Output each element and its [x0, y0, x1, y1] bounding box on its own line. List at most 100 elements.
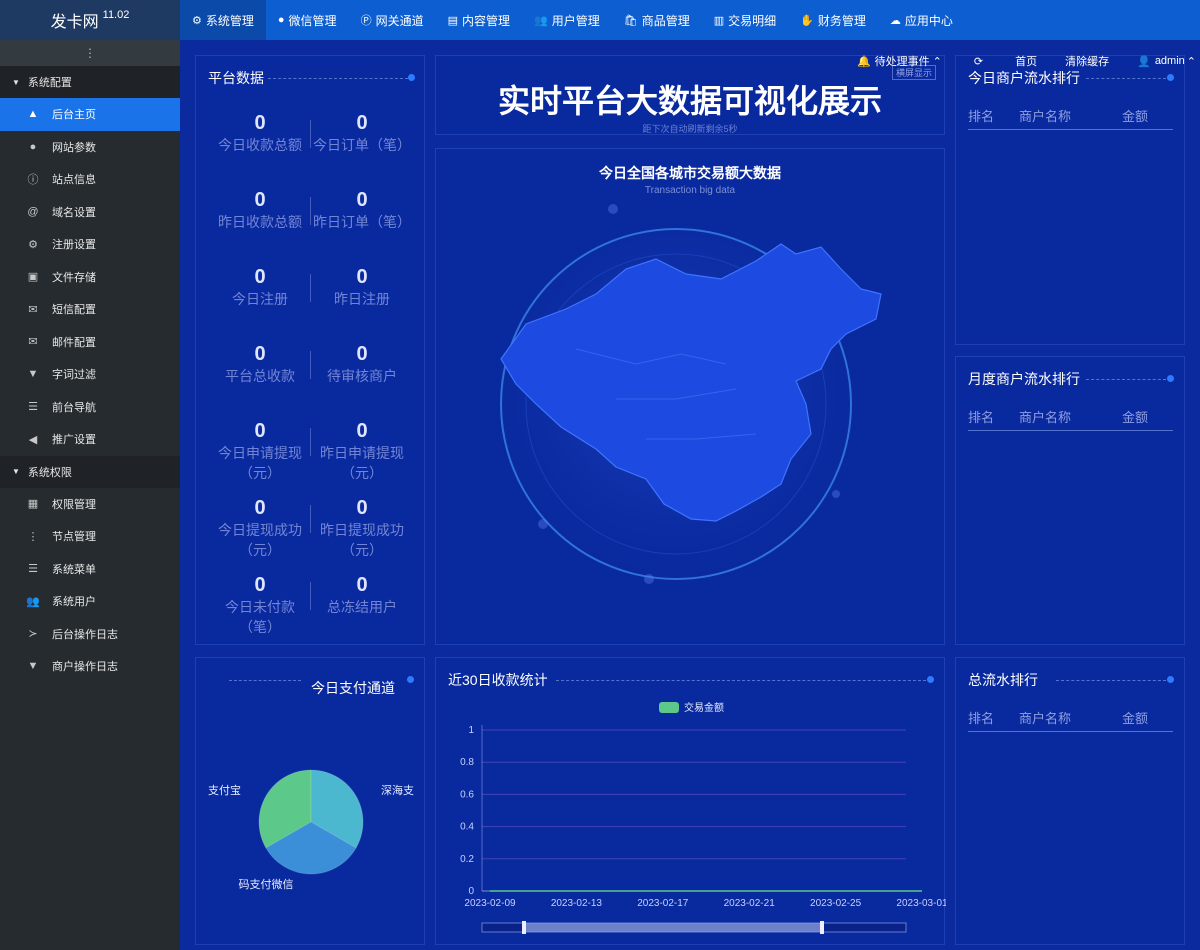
- sidebar-item-label: 后台操作日志: [52, 628, 118, 641]
- refresh-button[interactable]: ⟳: [974, 55, 987, 68]
- stat-label: 待审核商户: [327, 368, 397, 384]
- top-nav-item[interactable]: ▤ 内容管理: [436, 0, 522, 40]
- sidebar-item[interactable]: ● 网站参数: [0, 131, 180, 164]
- sidebar-item[interactable]: ▼ 商户操作日志: [0, 650, 180, 683]
- sidebar-item[interactable]: 👥 系统用户: [0, 585, 180, 618]
- sidebar-item-label: 节点管理: [52, 531, 96, 544]
- sidebar-item[interactable]: ≻ 后台操作日志: [0, 618, 180, 651]
- zoom-slider-handle[interactable]: [522, 921, 526, 934]
- stat-card: 0 今日未付款（笔）: [210, 574, 310, 637]
- merchant-column-header: 商户名称: [1019, 711, 1072, 726]
- stat-value: 0: [356, 574, 368, 596]
- title-dot: [1167, 74, 1174, 81]
- sidebar-item[interactable]: @ 域名设置: [0, 196, 180, 229]
- sidebar-item-icon: @: [27, 205, 39, 218]
- platform-data-title: 平台数据: [208, 70, 264, 86]
- nav-label: 商品管理: [641, 13, 690, 28]
- clear-cache-label: 清除缓存: [1065, 56, 1110, 68]
- y-tick-label: 0.8: [460, 757, 474, 768]
- clear-cache-button[interactable]: 清除缓存: [1065, 53, 1109, 69]
- stat-divider: [310, 351, 311, 379]
- top-nav-item[interactable]: 🛍 商品管理: [612, 0, 702, 40]
- top-nav-item[interactable]: ▥ 交易明细: [702, 0, 788, 40]
- sidebar-item-label: 推广设置: [52, 434, 96, 447]
- sidebar-item[interactable]: ⋮ 节点管理: [0, 520, 180, 553]
- stat-card: 0 今日收款总额: [210, 112, 310, 155]
- sidebar-group-header[interactable]: ▼ 系统权限: [0, 455, 180, 488]
- sidebar-item[interactable]: ◀ 推广设置: [0, 423, 180, 456]
- stat-card: 0 总冻结用户: [312, 574, 412, 617]
- stat-card: 0 昨日收款总额: [210, 189, 310, 232]
- y-tick-label: 1: [468, 725, 474, 736]
- home-link[interactable]: 首页: [1015, 53, 1037, 69]
- sidebar-item[interactable]: ✉ 短信配置: [0, 293, 180, 326]
- monthly-ranking-panel: 月度商户流水排行 排名 商户名称 金额: [955, 356, 1185, 645]
- amount-column-header: 金额: [1122, 711, 1149, 726]
- platform-data-panel: 平台数据 0 今日收款总额 0 今日订单（笔） 0 昨日收款总额 0 昨日订单（笔） 0 今日注册…: [195, 55, 425, 645]
- x-tick-label: 2023-02-13: [551, 898, 603, 909]
- receipts-chart-panel: 近30日收款统计 交易金额 0 0.2 0.4 0.6 0.8 1 2023-02-09 202…: [435, 657, 946, 945]
- top-nav-item[interactable]: 👥 用户管理: [522, 0, 612, 40]
- sidebar-item[interactable]: ▦ 权限管理: [0, 488, 180, 521]
- sidebar-item-label: 商户操作日志: [52, 661, 118, 674]
- top-bar: 发卡网 11.02 ⚙ 系统管理 ● 微信管理 Ⓟ 网关通道 ▤ 内容管理 👥 用户管理 🛍 商品管理…: [0, 0, 1200, 40]
- top-nav: ⚙ 系统管理 ● 微信管理 Ⓟ 网关通道 ▤ 内容管理 👥 用户管理 🛍 商品管理 ▥ 交易明细 ✋ 财务管理…: [180, 0, 965, 40]
- refresh-countdown: 距下次自动刷新剩余5秒: [642, 124, 738, 134]
- sidebar-item-icon: ◀: [28, 433, 38, 446]
- sidebar-item[interactable]: ▣ 文件存储: [0, 261, 180, 294]
- pending-events-button[interactable]: 🔔 待处理事件 ⌃: [857, 53, 946, 69]
- sidebar-toggle-button[interactable]: ⋮: [0, 40, 180, 66]
- sidebar-item-icon: ▼: [27, 660, 39, 673]
- stat-value: 0: [254, 266, 266, 288]
- sidebar-item-icon: 👥: [26, 595, 40, 608]
- refresh-icon: ⟳: [973, 55, 984, 68]
- title-dot: [1167, 676, 1174, 683]
- zoom-slider-range[interactable]: [524, 923, 822, 932]
- merchant-column-header: 商户名称: [1019, 410, 1072, 425]
- legend-swatch[interactable]: [659, 702, 679, 713]
- brand-logo[interactable]: 发卡网 11.02: [0, 0, 180, 40]
- receipts-line-chart: 交易金额 0 0.2 0.4 0.6 0.8 1 2023-02-09 2023-02-13 20…: [460, 701, 946, 934]
- top-nav-item[interactable]: ✋ 财务管理: [788, 0, 878, 40]
- top-nav-item[interactable]: ☁ 应用中心: [878, 0, 965, 40]
- map-panel: 今日全国各城市交易额大数据 Transaction big data: [435, 148, 945, 645]
- sidebar-item[interactable]: ▲ 后台主页: [0, 98, 180, 131]
- nav-icon: Ⓟ: [360, 15, 372, 27]
- pie-slice-label: 支付宝: [208, 783, 241, 797]
- user-icon: 👤: [1137, 55, 1151, 68]
- stat-value: 0: [254, 420, 266, 442]
- zoom-slider-handle[interactable]: [820, 921, 824, 934]
- sidebar-item[interactable]: ⚙ 注册设置: [0, 228, 180, 261]
- nav-icon: ●: [277, 14, 285, 26]
- stat-label: 今日申请提现（元）: [218, 445, 302, 481]
- nav-icon: ▥: [713, 14, 725, 27]
- user-name: admin: [1154, 55, 1185, 67]
- nav-label: 财务管理: [817, 13, 866, 28]
- user-menu[interactable]: 👤 admin ⌃: [1137, 55, 1200, 68]
- sidebar-item-label: 权限管理: [52, 498, 96, 511]
- title-dot: [1167, 375, 1174, 382]
- y-tick-label: 0: [468, 886, 474, 897]
- stat-value: 0: [356, 112, 368, 134]
- top-nav-item[interactable]: Ⓟ 网关通道: [349, 0, 436, 40]
- sidebar-item-label: 系统菜单: [52, 563, 96, 576]
- sidebar-item[interactable]: ▼ 字词过滤: [0, 358, 180, 391]
- top-nav-item[interactable]: ● 微信管理: [266, 0, 349, 40]
- rank-column-header: 排名: [968, 711, 995, 726]
- stat-divider: [310, 428, 311, 456]
- payment-channels-panel: 今日支付通道 支付宝 深海支 码支付微信: [195, 657, 425, 945]
- ranking-table-header: 排名 商户名称 金额: [968, 106, 1173, 130]
- pending-events-label: 待处理事件: [874, 56, 930, 68]
- sidebar-item[interactable]: ☰ 系统菜单: [0, 553, 180, 586]
- sidebar-item-icon: ⓘ: [27, 174, 39, 187]
- sidebar-item[interactable]: ☰ 前台导航: [0, 391, 180, 424]
- sidebar-item-label: 字词过滤: [52, 369, 96, 382]
- sidebar-item[interactable]: ✉ 邮件配置: [0, 326, 180, 359]
- sidebar-group-header[interactable]: ▼ 系统配置: [0, 66, 180, 98]
- sidebar-item-icon: ✉: [28, 303, 38, 316]
- sidebar-item-icon: ≻: [28, 628, 38, 641]
- y-tick-label: 0.4: [460, 822, 474, 833]
- amount-column-header: 金额: [1122, 109, 1149, 124]
- sidebar-item[interactable]: ⓘ 站点信息: [0, 163, 180, 196]
- top-nav-item[interactable]: ⚙ 系统管理: [180, 0, 266, 40]
